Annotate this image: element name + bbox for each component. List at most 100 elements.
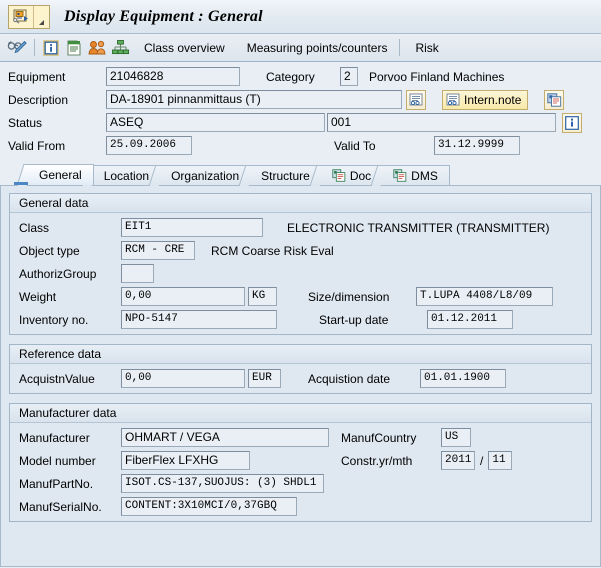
system-menu-group[interactable]: [8, 4, 50, 29]
acquistn-value-label: AcquistnValue: [19, 371, 95, 386]
manufacturer-data-group: Manufacturer data Manufacturer OHMART / …: [9, 403, 592, 522]
tab-organization[interactable]: Organization: [160, 165, 252, 185]
manuf-serial-row: ManufSerialNo. CONTENT:3X10MCI/0,37GBQ: [19, 496, 591, 517]
general-data-title: General data: [10, 194, 591, 213]
weight-unit-input[interactable]: KG: [248, 287, 277, 306]
document-icon-2: [393, 169, 407, 182]
equipment-row: Equipment 21046828 Category 2 Porvoo Fin…: [0, 66, 601, 87]
weight-row: Weight 0,00 KG Size/dimension T.LUPA 440…: [19, 286, 591, 307]
partners-icon[interactable]: [86, 37, 108, 59]
valid-to-input[interactable]: 31.12.9999: [434, 136, 520, 155]
manufacturer-label: Manufacturer: [19, 430, 90, 445]
weight-input[interactable]: 0,00: [121, 287, 245, 306]
class-overview-button[interactable]: Class overview: [138, 39, 231, 57]
size-dimension-label: Size/dimension: [308, 289, 390, 304]
category-label: Category: [266, 69, 315, 84]
description-label: Description: [8, 92, 69, 107]
intern-note-icon: [446, 93, 460, 106]
object-type-row: Object type RCM - CRE RCM Coarse Risk Ev…: [19, 240, 591, 261]
window-title-bar: Display Equipment : General: [0, 0, 601, 34]
tab-structure-label: Structure: [261, 168, 310, 183]
risk-button[interactable]: Risk: [409, 39, 444, 57]
valid-from-label: Valid From: [8, 138, 66, 153]
acquistn-value-input[interactable]: 0,00: [121, 369, 245, 388]
general-tab-panel: General data Class EIT1 ELECTRONIC TRANS…: [0, 186, 601, 567]
manufacturer-data-body: Manufacturer OHMART / VEGA ManufCountry …: [10, 423, 591, 521]
equipment-input[interactable]: 21046828: [106, 67, 240, 86]
model-number-label: Model number: [19, 453, 96, 468]
manufacturer-input[interactable]: OHMART / VEGA: [121, 428, 329, 447]
weight-label: Weight: [19, 289, 57, 304]
description-long-text-icon[interactable]: [406, 89, 426, 110]
tab-location-label: Location: [103, 168, 150, 183]
object-type-input[interactable]: RCM - CRE: [121, 241, 195, 260]
application-toolbar: Class overview Measuring points/counters…: [0, 34, 601, 62]
manufacturer-data-title: Manufacturer data: [10, 404, 591, 423]
list-icon[interactable]: [63, 37, 85, 59]
constr-month-input[interactable]: 11: [488, 451, 513, 470]
valid-to-label: Valid To: [334, 138, 376, 153]
inventory-input[interactable]: NPO-5147: [121, 310, 277, 329]
description-input[interactable]: DA-18901 pinnanmittaus (T): [106, 90, 402, 109]
acquistn-currency-input[interactable]: EUR: [248, 369, 281, 388]
tab-general-label: General: [39, 168, 82, 182]
chevron-down-icon[interactable]: [33, 5, 49, 28]
manufacturer-row: Manufacturer OHMART / VEGA ManufCountry …: [19, 427, 591, 448]
class-input[interactable]: EIT1: [121, 218, 263, 237]
category-description: Porvoo Finland Machines: [369, 69, 505, 84]
manuf-country-input[interactable]: US: [441, 428, 471, 447]
glasses-pencil-icon[interactable]: [6, 37, 28, 59]
authoriz-group-input[interactable]: [121, 264, 154, 283]
inventory-label: Inventory no.: [19, 312, 89, 327]
model-number-row: Model number FiberFlex LFXHG Constr.yr/m…: [19, 450, 591, 471]
tab-doc-label: Doc: [349, 168, 372, 183]
tab-organization-label: Organization: [171, 168, 240, 183]
model-number-input[interactable]: FiberFlex LFXHG: [121, 451, 250, 470]
sap-equipment-icon[interactable]: [9, 6, 33, 28]
status-info-icon[interactable]: [562, 112, 582, 133]
class-row: Class EIT1 ELECTRONIC TRANSMITTER (TRANS…: [19, 217, 591, 238]
reference-data-title: Reference data: [10, 345, 591, 364]
reference-data-body: AcquistnValue 0,00 EUR Acquistion date 0…: [10, 364, 591, 393]
multiple-documents-icon[interactable]: [544, 89, 565, 110]
general-data-body: Class EIT1 ELECTRONIC TRANSMITTER (TRANS…: [10, 213, 591, 334]
description-row: Description DA-18901 pinnanmittaus (T) I…: [0, 89, 601, 110]
manuf-part-input[interactable]: ISOT.CS-137,SUOJUS: (3) SHDL1: [121, 474, 324, 493]
startup-date-input[interactable]: 01.12.2011: [427, 310, 513, 329]
status-row: Status ASEQ 001: [0, 112, 601, 133]
class-description: ELECTRONIC TRANSMITTER (TRANSMITTER): [287, 220, 550, 235]
constr-year-input[interactable]: 2011: [441, 451, 475, 470]
category-input[interactable]: 2: [340, 67, 358, 86]
manuf-part-row: ManufPartNo. ISOT.CS-137,SUOJUS: (3) SHD…: [19, 473, 591, 494]
startup-date-label: Start-up date: [319, 312, 389, 327]
intern-note-label: Intern.note: [464, 92, 522, 107]
manuf-country-label: ManufCountry: [341, 430, 417, 445]
toolbar-separator: [34, 39, 35, 56]
equipment-label: Equipment: [8, 69, 66, 84]
document-icon: [332, 169, 346, 182]
general-data-group: General data Class EIT1 ELECTRONIC TRANS…: [9, 193, 592, 335]
tab-dms[interactable]: DMS: [382, 165, 450, 185]
measuring-points-button[interactable]: Measuring points/counters: [241, 39, 394, 57]
status-number-input[interactable]: 001: [327, 113, 556, 132]
validity-row: Valid From 25.09.2006 Valid To 31.12.999…: [0, 135, 601, 156]
valid-from-input[interactable]: 25.09.2006: [106, 136, 192, 155]
size-dimension-input[interactable]: T.LUPA 4408/L8/09: [416, 287, 553, 306]
manuf-serial-input[interactable]: CONTENT:3X10MCI/0,37GBQ: [121, 497, 297, 516]
inventory-row: Inventory no. NPO-5147 Start-up date 01.…: [19, 309, 591, 330]
object-type-description: RCM Coarse Risk Eval: [211, 243, 334, 258]
authoriz-group-row: AuthorizGroup: [19, 263, 591, 284]
constr-label: Constr.yr/mth: [341, 453, 413, 468]
status-input[interactable]: ASEQ: [106, 113, 325, 132]
intern-note-button[interactable]: Intern.note: [442, 89, 529, 110]
reference-data-group: Reference data AcquistnValue 0,00 EUR Ac…: [9, 344, 592, 394]
info-icon[interactable]: [40, 37, 62, 59]
acquistion-date-input[interactable]: 01.01.1900: [420, 369, 506, 388]
object-type-label: Object type: [19, 243, 80, 258]
tab-general[interactable]: General: [14, 164, 94, 185]
authoriz-group-label: AuthorizGroup: [19, 266, 97, 281]
status-label: Status: [8, 115, 43, 130]
tab-dms-label: DMS: [411, 168, 438, 183]
manuf-part-label: ManufPartNo.: [19, 476, 94, 491]
structure-icon[interactable]: [109, 37, 131, 59]
